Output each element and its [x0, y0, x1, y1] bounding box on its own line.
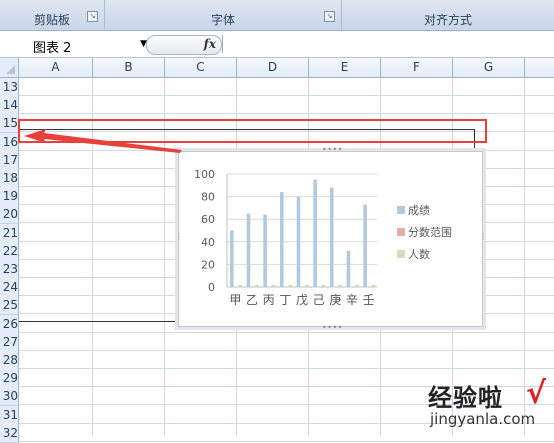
watermark-main-text: 经验啦 — [428, 384, 503, 412]
watermark-check-icon: √ — [526, 376, 547, 411]
annotation-arrow-icon — [24, 129, 182, 153]
watermark-url: jingyanla.com — [430, 410, 536, 428]
watermark-logo: 经验啦 √ jingyanla.com — [400, 376, 554, 436]
row-gridline — [19, 440, 554, 442]
